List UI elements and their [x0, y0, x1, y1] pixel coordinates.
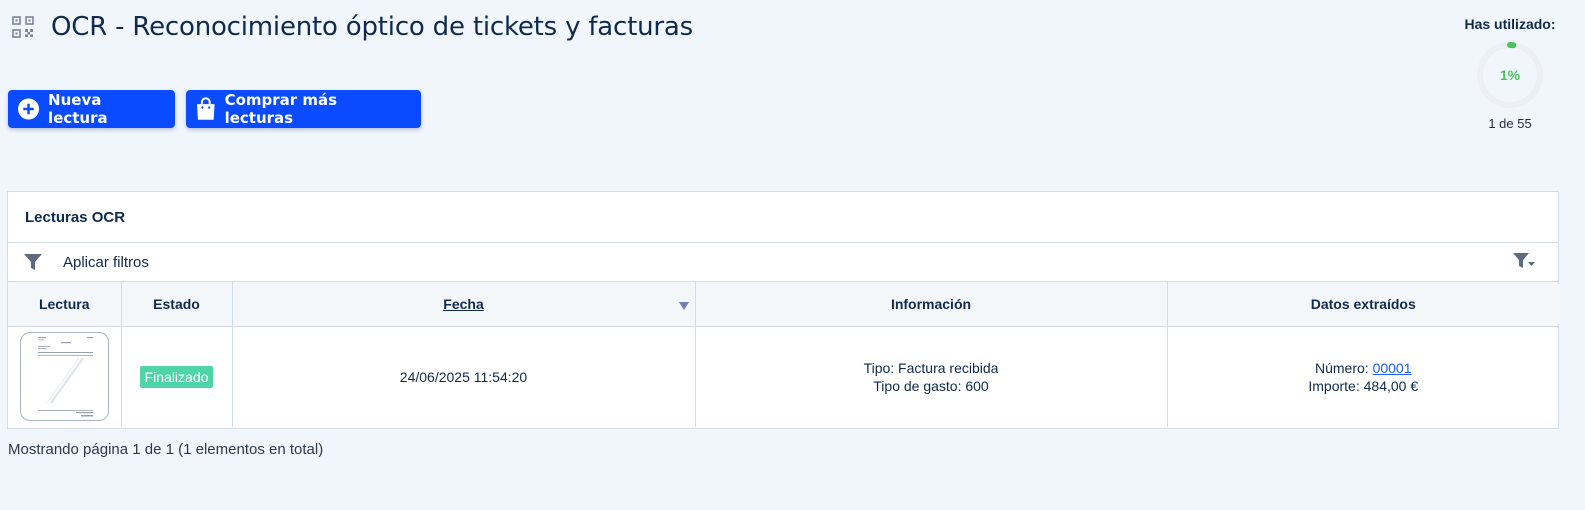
usage-count: 1 de 55 — [1488, 116, 1532, 131]
sort-fecha-link[interactable]: Fecha — [443, 296, 483, 312]
shopping-bag-icon — [196, 97, 215, 120]
column-header-lectura: Lectura — [8, 282, 122, 327]
numero-line: Número: 00001 — [1168, 359, 1560, 377]
ocr-readings-table: Lectura Estado Fecha Información Datos e… — [8, 282, 1559, 427]
column-header-informacion: Información — [695, 282, 1168, 327]
new-reading-label: Nueva lectura — [48, 91, 108, 127]
ocr-readings-panel: Lecturas OCR Aplicar filtros Lectura Est… — [7, 191, 1559, 429]
fecha-cell: 24/06/2025 11:54:20 — [232, 326, 696, 427]
usage-percent: 1% — [1499, 67, 1521, 83]
importe-line: Importe: 484,00 € — [1308, 377, 1419, 394]
panel-title: Lecturas OCR — [8, 192, 1558, 243]
invoice-preview-image — [34, 335, 96, 421]
column-header-estado: Estado — [121, 282, 233, 327]
sort-desc-icon[interactable] — [678, 302, 689, 310]
invoice-thumbnail[interactable] — [19, 332, 109, 422]
filter-bar: Aplicar filtros — [8, 243, 1558, 282]
lectura-cell — [8, 326, 122, 427]
buy-readings-label: Comprar más lecturas — [224, 91, 338, 127]
usage-label: Has utilizado: — [1464, 16, 1556, 32]
page-header: OCR - Reconocimiento óptico de tickets y… — [11, 12, 693, 42]
column-header-datos-extraidos: Datos extraídos — [1167, 282, 1559, 327]
datos-extraidos-cell: Número: 00001 Importe: 484,00 € — [1167, 326, 1559, 427]
estado-cell: Finalizado — [121, 326, 233, 427]
buy-readings-button[interactable]: Comprar más lecturas — [186, 90, 421, 128]
table-header-row: Lectura Estado Fecha Información Datos e… — [8, 282, 1559, 327]
page-title: OCR - Reconocimiento óptico de tickets y… — [51, 12, 693, 42]
filter-icon[interactable] — [23, 252, 43, 272]
usage-widget: Has utilizado: 1% 1 de 55 — [1455, 16, 1565, 131]
numero-label: Número: — [1314, 359, 1373, 376]
usage-gauge: 1% — [1475, 40, 1545, 110]
info-tipo-gasto: Tipo de gasto: 600 — [873, 377, 989, 394]
plus-circle-icon — [18, 98, 40, 120]
apply-filters-link[interactable]: Aplicar filtros — [63, 254, 149, 271]
numero-link[interactable]: 00001 — [1373, 360, 1412, 376]
table-row: Finalizado 24/06/2025 11:54:20 Tipo: Fac… — [8, 326, 1559, 427]
informacion-cell: Tipo: Factura recibida Tipo de gasto: 60… — [695, 326, 1168, 427]
new-reading-button[interactable]: Nueva lectura — [8, 90, 175, 128]
pagination-summary: Mostrando página 1 de 1 (1 elementos en … — [8, 441, 324, 458]
info-tipo: Tipo: Factura recibida — [863, 359, 999, 376]
qr-scan-icon — [12, 16, 34, 38]
column-header-fecha[interactable]: Fecha — [232, 282, 696, 327]
status-badge: Finalizado — [139, 365, 214, 388]
filter-options-icon[interactable] — [1512, 251, 1536, 271]
